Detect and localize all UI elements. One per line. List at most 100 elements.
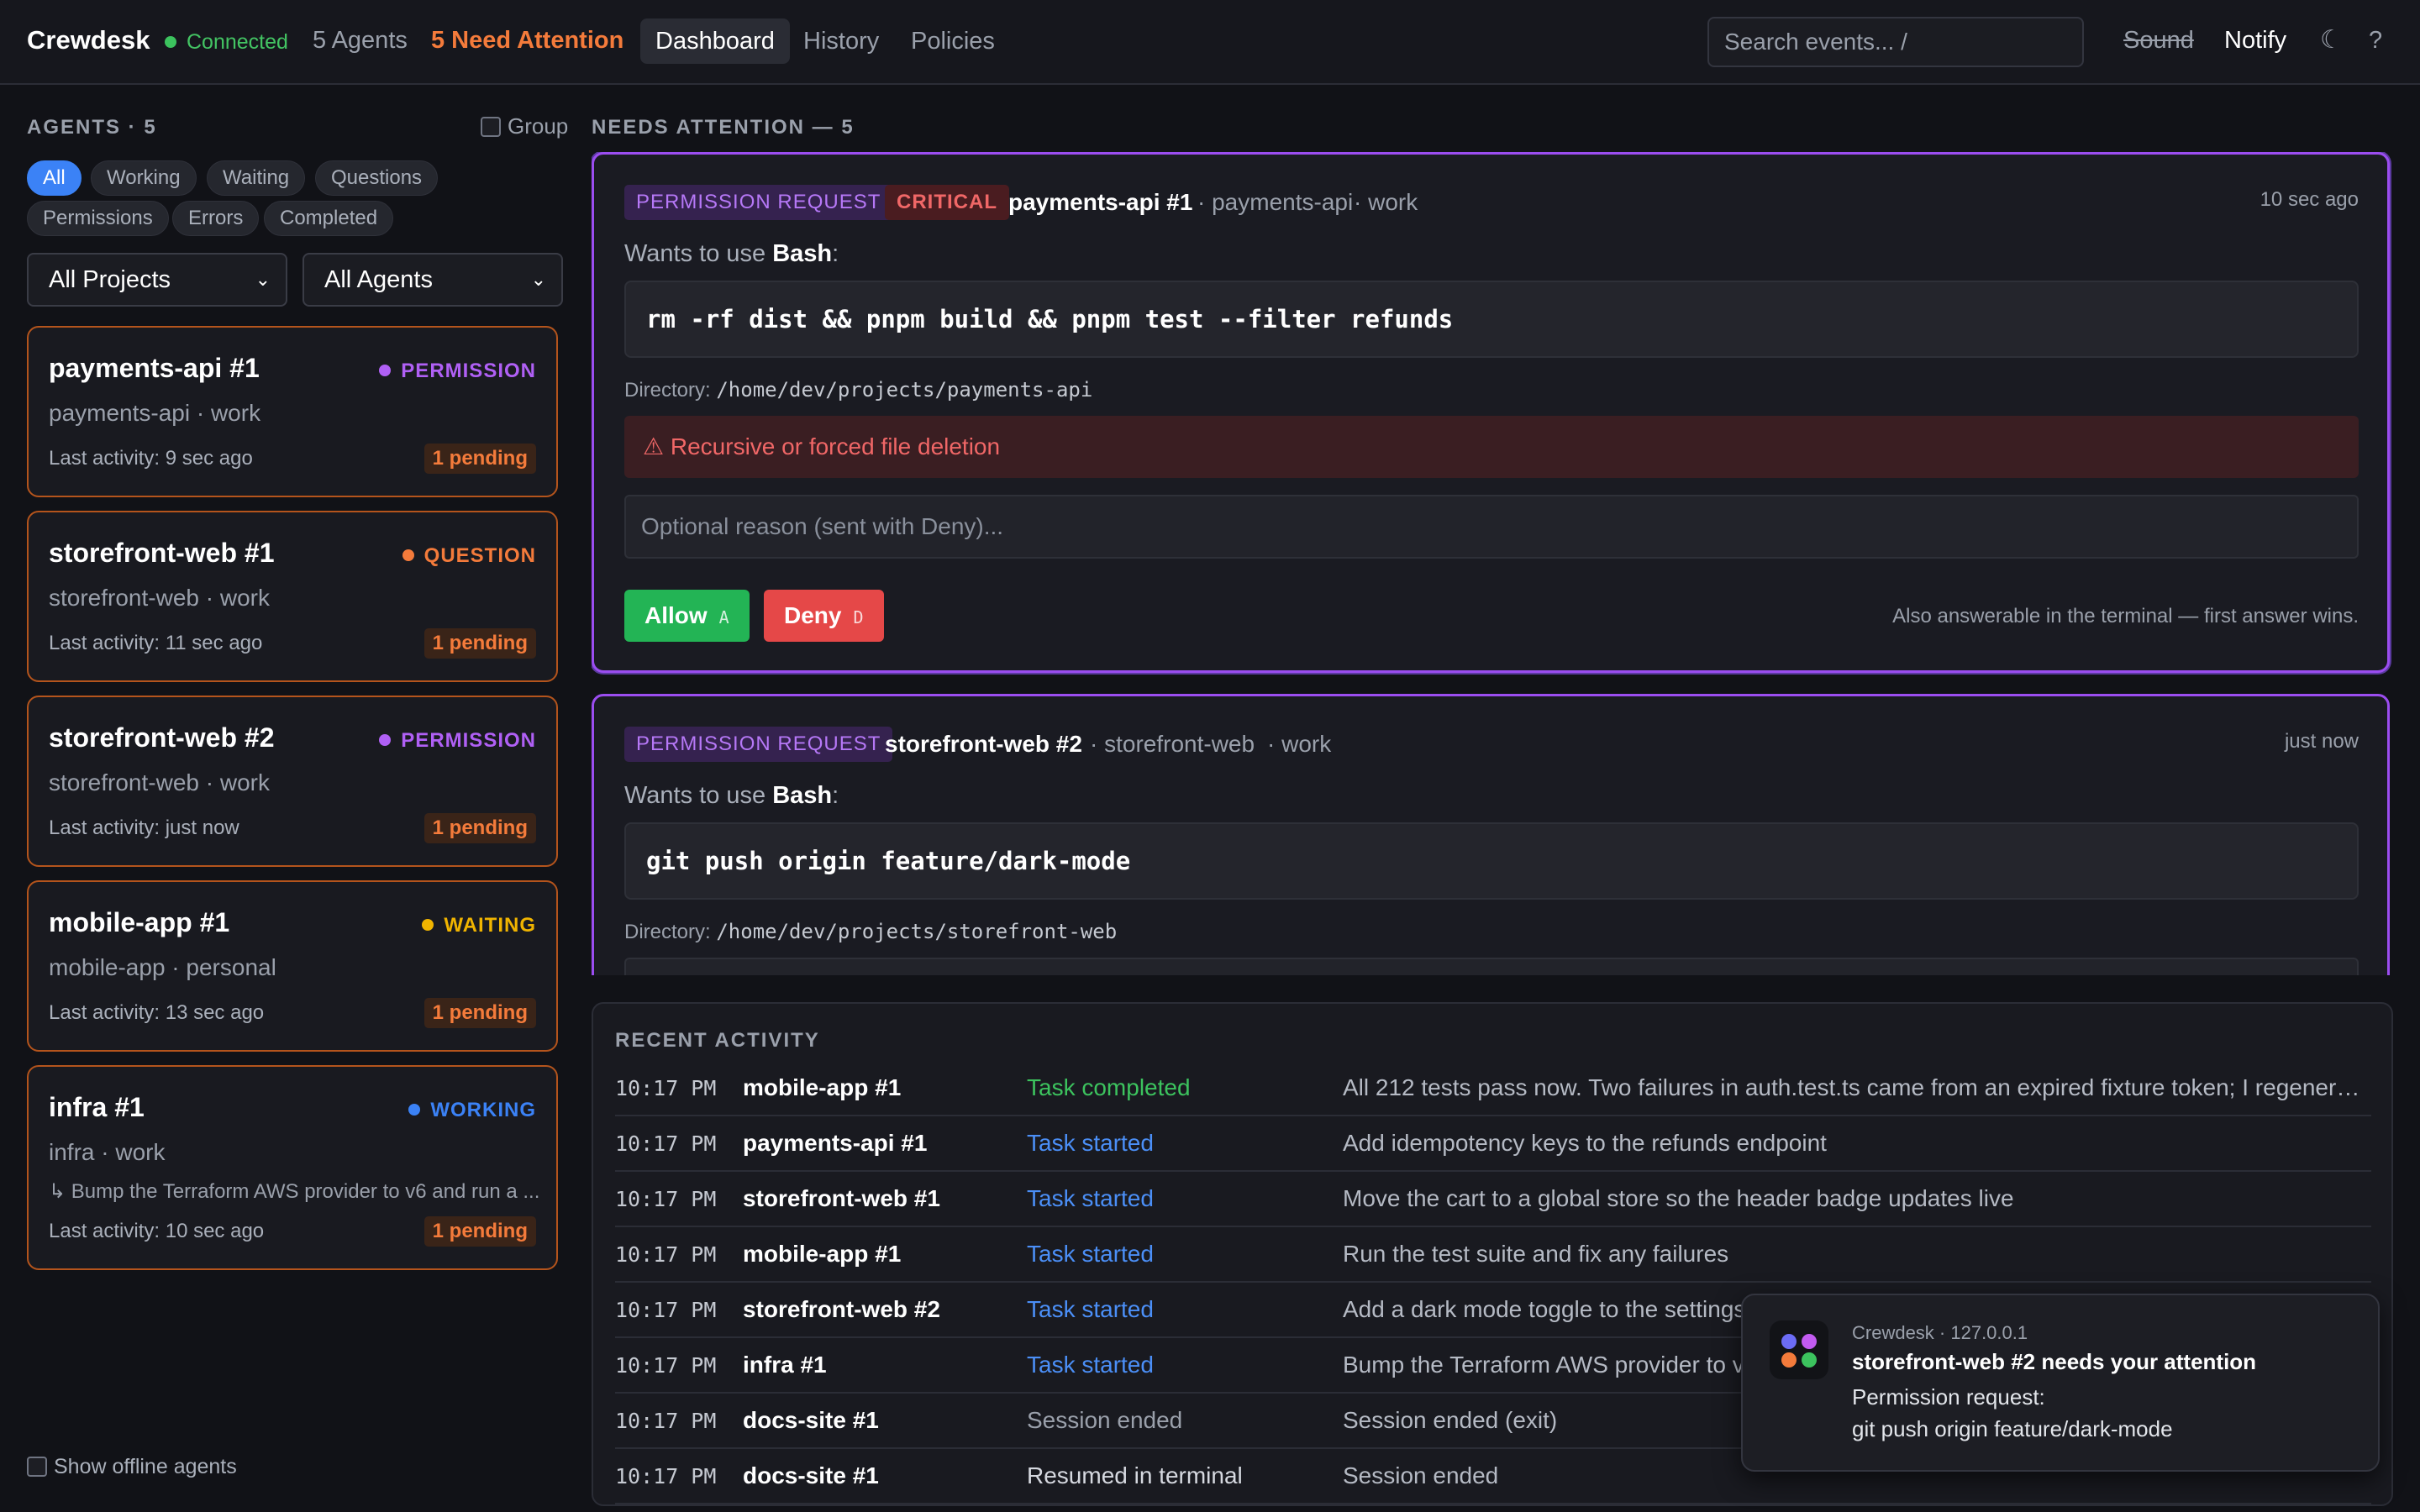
pending-badge: 1 pending	[424, 813, 536, 843]
filter-errors[interactable]: Errors	[172, 201, 260, 236]
help-icon[interactable]: ?	[2369, 27, 2382, 55]
activity-time: 10:17 PM	[615, 1298, 717, 1322]
directory-path: /home/dev/projects/storefront-web	[716, 920, 1118, 943]
app-logo-icon	[1770, 1320, 1828, 1379]
filter-permissions[interactable]: Permissions	[27, 201, 169, 236]
agent-last-activity: Last activity: 11 sec ago	[49, 632, 263, 654]
requests-list[interactable]: PERMISSION REQUEST CRITICAL payments-api…	[592, 152, 2420, 975]
agent-card[interactable]: storefront-web #2 PERMISSION storefront-…	[27, 696, 558, 867]
filter-all[interactable]: All	[27, 160, 82, 196]
agent-status: PERMISSION	[379, 729, 536, 753]
activity-event: Task completed	[1027, 1074, 1191, 1100]
allow-shortcut: A	[718, 607, 729, 627]
show-offline-label: Show offline agents	[54, 1455, 237, 1478]
deny-shortcut: D	[853, 607, 864, 627]
agent-last-activity: Last activity: 9 sec ago	[49, 447, 253, 470]
activity-agent: infra #1	[743, 1352, 827, 1378]
agent-name: infra #1	[49, 1092, 145, 1122]
agent-project: storefront-web · work	[49, 769, 270, 795]
deny-reason-input[interactable]	[624, 958, 2359, 975]
activity-row[interactable]: 10:17 PM payments-api #1 Task started Add i…	[615, 1116, 2371, 1172]
agent-name: storefront-web #2	[49, 722, 275, 753]
activity-event: Session ended	[1027, 1407, 1183, 1433]
tab-dashboard[interactable]: Dashboard	[640, 18, 790, 64]
agent-project: payments-api · work	[49, 400, 261, 426]
request-wants: Wants to use Bash:	[624, 782, 839, 809]
agent-select[interactable]: All Agents ⌄	[302, 253, 563, 307]
agent-status: WORKING	[408, 1099, 536, 1122]
activity-message: Move the cart to a global store so the h…	[1343, 1185, 2014, 1211]
agents-heading: AGENTS · 5	[27, 116, 157, 139]
terminal-note: Also answerable in the terminal — first …	[1892, 605, 2359, 627]
request-directory: Directory: /home/dev/projects/storefront…	[624, 920, 1117, 944]
request-time: just now	[2284, 730, 2359, 753]
agent-last-activity: Last activity: just now	[49, 816, 239, 839]
activity-event: Task started	[1027, 1241, 1154, 1267]
agent-card[interactable]: storefront-web #1 QUESTION storefront-we…	[27, 511, 558, 682]
tool-name: Bash	[772, 240, 833, 267]
pending-badge: 1 pending	[424, 444, 536, 474]
need-attention-count[interactable]: 5 Need Attention	[431, 27, 623, 55]
sound-toggle[interactable]: Sound	[2123, 27, 2194, 55]
status-dot-icon	[379, 734, 392, 746]
agent-status-label: WAITING	[444, 914, 536, 937]
show-offline-checkbox[interactable]	[27, 1457, 47, 1477]
theme-toggle-icon[interactable]: ☾	[2320, 25, 2343, 55]
agent-card[interactable]: mobile-app #1 WAITING mobile-app · perso…	[27, 880, 558, 1052]
activity-agent: mobile-app #1	[743, 1241, 902, 1267]
agent-card[interactable]: infra #1 WORKING infra · work ↳ Bump the…	[27, 1065, 558, 1270]
activity-time: 10:17 PM	[615, 1409, 717, 1433]
group-toggle[interactable]: Group	[481, 113, 568, 139]
tab-policies[interactable]: Policies	[896, 18, 1010, 64]
agent-status-label: QUESTION	[424, 544, 536, 567]
command-block: git push origin feature/dark-mode	[624, 822, 2359, 900]
agent-status: QUESTION	[402, 544, 536, 568]
pending-badge: 1 pending	[424, 1216, 536, 1247]
agent-project: mobile-app · personal	[49, 954, 276, 980]
agent-status-label: PERMISSION	[401, 360, 536, 382]
filter-completed[interactable]: Completed	[264, 201, 394, 236]
filter-working[interactable]: Working	[91, 160, 197, 196]
top-bar: Crewdesk Connected 5 Agents 5 Need Atten…	[0, 0, 2420, 85]
deny-reason-input[interactable]: Optional reason (sent with Deny)...	[624, 495, 2359, 559]
notification-toast[interactable]: Crewdesk · 127.0.0.1 storefront-web #2 n…	[1741, 1294, 2380, 1472]
agent-card[interactable]: payments-api #1 PERMISSION payments-api …	[27, 326, 558, 497]
search-input[interactable]: Search events... /	[1707, 17, 2084, 67]
connection-status: Connected	[165, 30, 288, 55]
pending-badge: 1 pending	[424, 998, 536, 1028]
activity-row[interactable]: 10:17 PM storefront-web #1 Task started Mov…	[615, 1172, 2371, 1227]
deny-button[interactable]: Deny D	[764, 590, 884, 642]
agent-status: WAITING	[422, 914, 536, 937]
group-checkbox[interactable]	[481, 117, 501, 137]
recent-activity-heading: RECENT ACTIVITY	[615, 1029, 820, 1052]
status-dot-icon	[379, 365, 392, 376]
activity-event: Task started	[1027, 1296, 1154, 1322]
allow-button[interactable]: Allow A	[624, 590, 750, 642]
activity-agent: docs-site #1	[743, 1407, 879, 1433]
needs-attention-heading: NEEDS ATTENTION — 5	[592, 116, 855, 139]
filter-questions[interactable]: Questions	[315, 160, 439, 196]
filter-waiting[interactable]: Waiting	[207, 160, 306, 196]
project-select[interactable]: All Projects ⌄	[27, 253, 287, 307]
activity-time: 10:17 PM	[615, 1242, 717, 1267]
agents-count[interactable]: 5 Agents	[313, 27, 408, 55]
status-dot-icon	[165, 36, 176, 48]
status-dot-icon	[422, 919, 434, 931]
status-dot-icon	[408, 1104, 421, 1116]
activity-agent: docs-site #1	[743, 1462, 879, 1488]
request-agent: payments-api #1	[1008, 189, 1193, 215]
activity-message: Run the test suite and fix any failures	[1343, 1241, 1729, 1267]
notify-toggle[interactable]: Notify	[2224, 27, 2286, 55]
tab-history[interactable]: History	[788, 18, 894, 64]
activity-row[interactable]: 10:17 PM mobile-app #1 Task started Run the…	[615, 1227, 2371, 1283]
directory-label: Directory:	[624, 921, 717, 943]
tool-name: Bash	[772, 782, 833, 809]
activity-time: 10:17 PM	[615, 1187, 717, 1211]
chevron-down-icon: ⌄	[255, 269, 271, 290]
show-offline-toggle[interactable]: Show offline agents	[27, 1455, 237, 1479]
severity-badge: CRITICAL	[885, 185, 1009, 220]
chevron-down-icon: ⌄	[530, 269, 546, 290]
agents-sidebar: AGENTS · 5 Group All Working Waiting Que…	[0, 87, 591, 1512]
request-profile: · work	[1267, 731, 1332, 757]
activity-row[interactable]: 10:17 PM mobile-app #1 Task completed All 2…	[615, 1061, 2371, 1116]
